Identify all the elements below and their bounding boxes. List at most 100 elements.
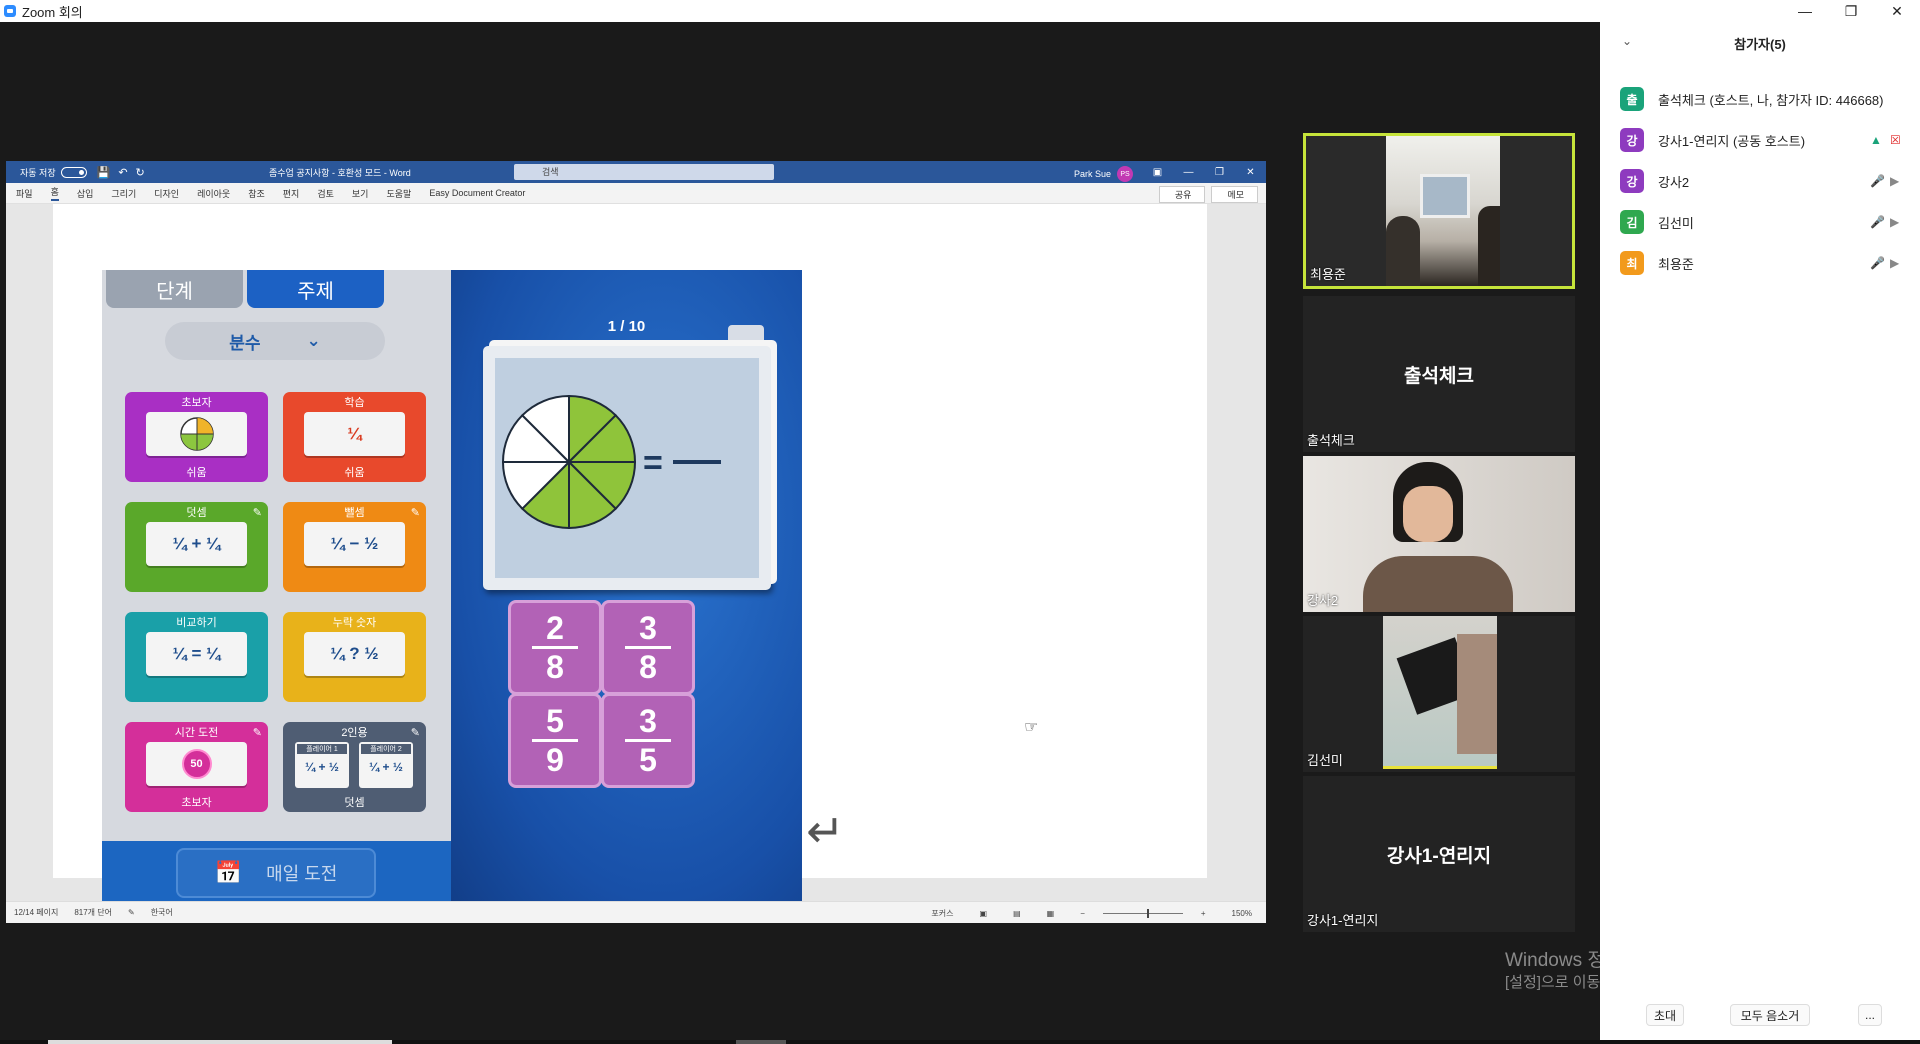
tab-design[interactable]: 디자인: [154, 187, 179, 200]
video-tile-choiyongjun[interactable]: 최용준: [1303, 133, 1575, 289]
window-title: Zoom 회의: [22, 4, 83, 20]
read-mode-icon[interactable]: ▣: [980, 909, 988, 918]
tab-help[interactable]: 도움말: [386, 187, 411, 200]
participants-title: 참가자(5): [1734, 37, 1786, 52]
video-feed: [1386, 136, 1500, 286]
tab-references[interactable]: 참조: [248, 187, 265, 200]
language-indicator[interactable]: 한국어: [151, 907, 173, 918]
close-button[interactable]: ✕: [1874, 0, 1920, 22]
zoom-level[interactable]: 150%: [1232, 909, 1252, 918]
taskbar-item[interactable]: [48, 1040, 392, 1044]
page-count[interactable]: 12/14 페이지: [14, 907, 58, 918]
more-options-button[interactable]: ...: [1858, 1004, 1882, 1026]
video-camera-icon[interactable]: ▶: [1890, 174, 1899, 188]
tab-easy-document-creator[interactable]: Easy Document Creator: [429, 188, 525, 198]
tab-layout[interactable]: 레이아웃: [197, 187, 230, 200]
tab-insert[interactable]: 삽입: [77, 187, 94, 200]
word-search-input[interactable]: 검색: [514, 164, 774, 180]
web-layout-icon[interactable]: ▦: [1047, 909, 1055, 918]
fraction-pie-question: =: [501, 394, 721, 530]
stopwatch-icon: 50: [146, 742, 247, 786]
person-body: [1363, 556, 1513, 612]
word-minimize-button[interactable]: —: [1173, 161, 1204, 183]
tile-compare: 비교하기 ¼ = ¼: [125, 612, 268, 702]
participant-row[interactable]: 출 출석체크 (호스트, 나, 참가자 ID: 446668): [1620, 86, 1910, 112]
tab-mailings[interactable]: 편지: [283, 187, 300, 200]
undo-icon[interactable]: ↶: [118, 166, 127, 179]
microphone-icon[interactable]: 🎤: [1870, 215, 1885, 229]
minimize-button[interactable]: —: [1782, 0, 1828, 22]
video-tile-attendance[interactable]: 출석체크 출석체크: [1303, 296, 1575, 452]
tab-home[interactable]: 홈: [50, 185, 59, 201]
participant-row[interactable]: 최 최용준 🎤 ▶: [1620, 250, 1910, 276]
tab-file[interactable]: 파일: [16, 187, 33, 200]
question-card: =: [483, 346, 771, 590]
video-camera-icon[interactable]: ▶: [1890, 256, 1899, 270]
tab-draw[interactable]: 그리기: [111, 187, 136, 200]
zoom-title-bar: Zoom 회의 — ❐ ✕: [0, 0, 1920, 22]
document-canvas[interactable]: 단계 주제 분수 ⌄ 초보자 쉬움 학습 ¼ 쉬움 덧셈 ✎ ¼ + ¼ 뺄셈 …: [6, 204, 1266, 922]
word-close-button[interactable]: ✕: [1235, 161, 1266, 183]
zoom-in-icon[interactable]: +: [1201, 909, 1206, 918]
autosave-toggle[interactable]: 자동 저장: [20, 166, 87, 179]
word-count[interactable]: 817개 단어: [74, 907, 112, 918]
mute-all-button[interactable]: 모두 음소거: [1730, 1004, 1810, 1026]
word-restore-button[interactable]: ❐: [1204, 161, 1235, 183]
word-status-bar: 12/14 페이지 817개 단어 ✎ 한국어 포커스 ▣ ▤ ▦ − + 15…: [6, 901, 1266, 923]
print-layout-icon[interactable]: ▤: [1013, 909, 1021, 918]
video-tile-instructor2[interactable]: 강사2: [1303, 456, 1575, 612]
memo-button[interactable]: 메모: [1211, 186, 1258, 203]
share-button[interactable]: 공유: [1158, 186, 1206, 203]
tile-two-player: 2인용 ✎ 플레이어 1 ¼ + ½ 플레이어 2 ¼ + ½ 덧셈: [283, 722, 426, 812]
pencil-icon: ✎: [252, 727, 262, 739]
share-screen-icon[interactable]: ▲: [1870, 133, 1882, 147]
save-icon[interactable]: 💾: [97, 166, 111, 179]
microphone-icon[interactable]: 🎤: [1870, 256, 1885, 270]
mouse-cursor-icon: ☞: [1024, 719, 1039, 736]
participant-row[interactable]: 김 김선미 🎤 ▶: [1620, 209, 1910, 235]
microphone-icon[interactable]: 🎤: [1870, 174, 1885, 188]
tab-review[interactable]: 검토: [317, 187, 334, 200]
answer-denominator: 8: [546, 649, 564, 685]
redo-icon[interactable]: ↻: [136, 166, 145, 179]
fraction-game-screenshot: 단계 주제 분수 ⌄ 초보자 쉬움 학습 ¼ 쉬움 덧셈 ✎ ¼ + ¼ 뺄셈 …: [102, 270, 802, 922]
video-camera-icon[interactable]: ▶: [1890, 215, 1899, 229]
video-off-icon[interactable]: ☒: [1890, 133, 1901, 147]
taskbar: [0, 1040, 1920, 1044]
document-title: 좀수업 공지사항 - 호환성 모드 - Word: [269, 168, 411, 178]
video-tile-instructor1[interactable]: 강사1-연리지 강사1-연리지: [1303, 776, 1575, 932]
ribbon-display-icon[interactable]: ▣: [1142, 161, 1173, 183]
participant-avatar: 강: [1620, 128, 1644, 152]
taskbar-item[interactable]: [736, 1040, 786, 1044]
restore-button[interactable]: ❐: [1828, 0, 1874, 22]
video-tile-kimsunmi[interactable]: 김선미: [1303, 616, 1575, 772]
word-user[interactable]: Park Sue PS: [1074, 166, 1134, 182]
topic-dropdown: 분수 ⌄: [165, 322, 385, 360]
focus-button[interactable]: 포커스: [931, 908, 953, 919]
participant-row[interactable]: 강 강사2 🎤 ▶: [1620, 168, 1910, 194]
window-in-video: [1420, 174, 1470, 218]
tile-subtraction: 뺄셈 ✎ ¼ − ½: [283, 502, 426, 592]
user-avatar[interactable]: PS: [1117, 166, 1134, 182]
zoom-slider[interactable]: [1102, 909, 1183, 918]
daily-challenge-label: 매일 도전: [266, 864, 338, 884]
answer-option: 28: [508, 600, 602, 695]
tile-card: ¼: [304, 412, 405, 456]
autosave-switch-icon[interactable]: [60, 166, 87, 178]
daily-challenge-bar: 📅 매일 도전: [102, 841, 451, 903]
player1-card: 플레이어 1 ¼ + ½: [295, 742, 349, 788]
tile-label: 비교하기: [176, 617, 217, 629]
participant-avatar: 최: [1620, 251, 1644, 275]
tile-card: ¼ − ½: [304, 522, 405, 566]
tab-view[interactable]: 보기: [352, 187, 369, 200]
person-in-video: [1457, 634, 1497, 754]
invite-button[interactable]: 초대: [1646, 1004, 1684, 1026]
tile-time-challenge: 시간 도전 ✎ 50 초보자: [125, 722, 268, 812]
tile-missing-number: 누락 숫자 ¼ ? ½: [283, 612, 426, 702]
participant-row[interactable]: 강 강사1-연리지 (공동 호스트) ▲ ☒: [1620, 127, 1910, 153]
player2-label: 플레이어 2: [361, 744, 411, 754]
tile-card: ¼ = ¼: [146, 632, 247, 676]
zoom-out-icon[interactable]: −: [1080, 909, 1085, 918]
proofing-icon[interactable]: ✎: [128, 908, 135, 917]
pencil-icon: ✎: [410, 727, 420, 739]
